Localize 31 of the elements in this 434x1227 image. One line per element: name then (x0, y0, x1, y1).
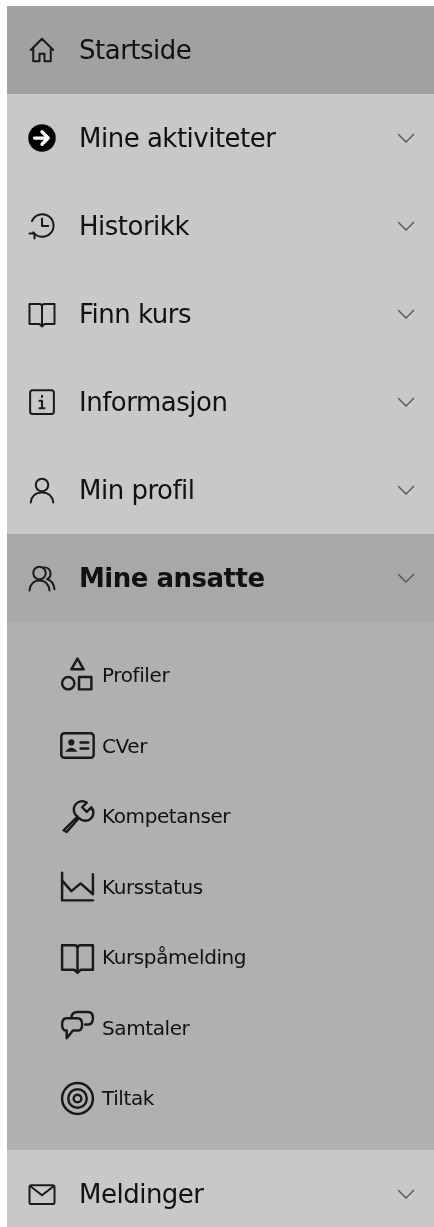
shapes-icon (59, 656, 96, 694)
submenu-item[interactable]: Tiltak (7, 1063, 154, 1134)
chevron-down-icon (396, 220, 416, 232)
menu-item[interactable]: Informasjon (7, 358, 434, 446)
submenu-item[interactable]: Kurspåmelding (7, 922, 247, 993)
history-icon (27, 211, 57, 241)
submenu-item[interactable]: Kursstatus (7, 851, 203, 922)
chevron-down-icon (396, 1188, 416, 1200)
chevron-down-icon (396, 132, 416, 144)
arrow-circle-icon (27, 123, 57, 153)
people-icon (27, 563, 57, 593)
menu-item[interactable]: Mine aktiviteter (7, 94, 434, 182)
person-icon (27, 475, 57, 505)
target-icon (59, 1079, 96, 1117)
submenu-item[interactable]: Profiler (7, 640, 170, 711)
submenu-item[interactable]: Kompetanser (7, 781, 231, 852)
house-icon (27, 35, 57, 65)
menu-item[interactable]: Mine ansatte (7, 534, 434, 622)
menu-item[interactable]: Historikk (7, 182, 434, 270)
submenu-item[interactable]: Samtaler (7, 992, 190, 1063)
submenu-item[interactable]: CVer (7, 710, 148, 781)
menu-item[interactable]: Min profil (7, 446, 434, 534)
menu-item[interactable]: Finn kurs (7, 270, 434, 358)
menu-item[interactable]: Startside (7, 6, 434, 94)
chevron-down-icon (396, 484, 416, 496)
chevron-down-icon (396, 396, 416, 408)
chevron-down-icon (396, 572, 416, 584)
info-icon (27, 387, 57, 417)
chevron-down-icon (396, 308, 416, 320)
wrench-icon (59, 797, 96, 835)
menu-item[interactable]: Meldinger (7, 1150, 434, 1227)
